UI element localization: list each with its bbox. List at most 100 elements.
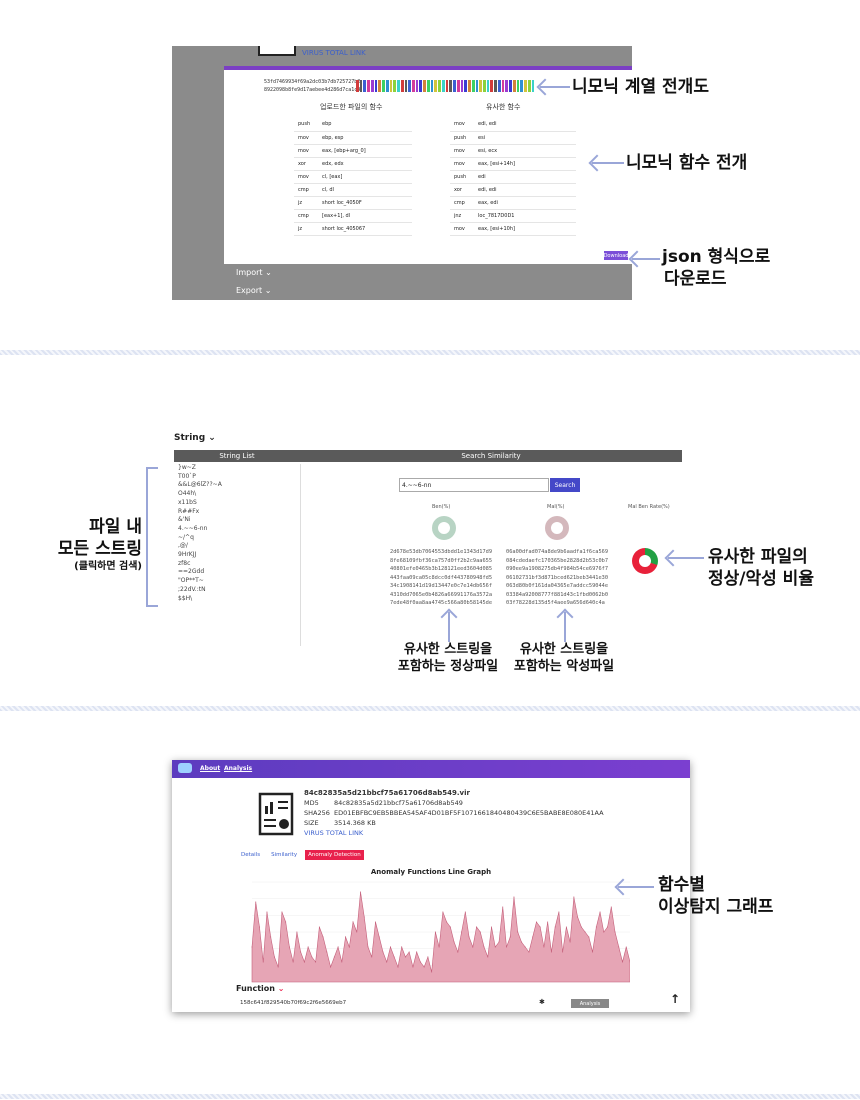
sequence-segment bbox=[475, 80, 479, 92]
tab-details[interactable]: Details bbox=[238, 850, 263, 860]
string-list-item[interactable]: T00`P bbox=[178, 473, 298, 482]
data-point bbox=[375, 921, 377, 923]
annotation-mnemonic-sequence: 니모닉 계열 전개도 bbox=[572, 77, 709, 97]
function-row: cmp eax, edi bbox=[450, 196, 576, 210]
string-list-item[interactable]: O44h\ bbox=[178, 490, 298, 499]
data-point bbox=[393, 956, 395, 958]
string-list-item[interactable]: &&L@6lZ??~A bbox=[178, 481, 298, 490]
logo-icon[interactable] bbox=[178, 763, 192, 773]
virus-total-link[interactable]: VIRUS TOTAL LINK bbox=[304, 828, 604, 838]
search-button[interactable]: Search bbox=[550, 478, 580, 492]
nav-analysis[interactable]: Analysis bbox=[224, 765, 252, 772]
data-point bbox=[356, 931, 358, 933]
uploaded-functions-header: 업로드한 파일의 함수 bbox=[320, 103, 383, 111]
data-point bbox=[431, 971, 433, 973]
tab-similarity[interactable]: Similarity bbox=[268, 850, 300, 860]
size-row: SIZE 3514.368 KB bbox=[304, 819, 376, 827]
sequence-segment bbox=[505, 80, 509, 92]
uploaded-functions-table: push ebp mov ebp, esp mov eax, [ebp+arg_0] xor… bbox=[294, 118, 412, 236]
string-search-input[interactable]: 4.~~6-nn bbox=[399, 478, 549, 492]
data-point bbox=[588, 936, 590, 938]
function-section-title[interactable]: Function ⌄ bbox=[236, 984, 284, 993]
data-point bbox=[517, 931, 519, 933]
arrow-icon bbox=[618, 886, 654, 888]
sequence-segment bbox=[415, 80, 419, 92]
gear-icon[interactable]: ✱ bbox=[539, 998, 545, 1006]
data-point bbox=[345, 936, 347, 938]
download-button[interactable]: Download bbox=[604, 251, 628, 260]
data-point bbox=[326, 951, 328, 953]
data-point bbox=[416, 951, 418, 953]
hash-item[interactable]: 090ee9a1908275db4f984b54ce6976f7 bbox=[506, 565, 608, 574]
tab-anomaly-detection[interactable]: Anomaly Detection bbox=[305, 850, 364, 860]
analysis-button[interactable]: Analysis bbox=[571, 999, 609, 1008]
hash-item[interactable]: 34c1908141d19d13447e0c7e14db656f bbox=[390, 582, 492, 591]
import-menu[interactable]: Import ⌄ bbox=[236, 268, 272, 277]
data-point bbox=[285, 921, 287, 923]
data-point bbox=[622, 961, 624, 963]
data-point bbox=[337, 946, 339, 948]
scroll-top-icon[interactable]: ↑ bbox=[670, 992, 680, 1006]
sequence-segment bbox=[482, 80, 486, 92]
string-list-item[interactable]: 9HrKJJ bbox=[178, 551, 298, 560]
hash-item[interactable]: 03384a92008777f881d43c1fbd0062b0 bbox=[506, 591, 608, 600]
data-point bbox=[528, 951, 530, 953]
function-row: xor edx, edx bbox=[294, 157, 412, 171]
hash-item[interactable]: 06a00dfad074a8de9b6aadfa1f6ca569 bbox=[506, 548, 608, 557]
string-list-item[interactable]: R##Fx bbox=[178, 508, 298, 517]
data-point bbox=[524, 946, 526, 948]
string-list-item[interactable]: }w~Z bbox=[178, 464, 298, 473]
hash-item[interactable]: 40801efe0465b3b128121eed3604d085 bbox=[390, 565, 492, 574]
string-list-item[interactable]: ~/^q bbox=[178, 534, 298, 543]
bracket bbox=[146, 467, 158, 607]
graph-title: Anomaly Functions Line Graph bbox=[370, 868, 492, 876]
hash-item[interactable]: 03f78228d135d5f4aee9a656d640c4a bbox=[506, 599, 608, 608]
function-row: push esi bbox=[450, 131, 576, 145]
string-list-item[interactable]: ;22dV.:tN bbox=[178, 586, 298, 595]
string-list-item[interactable]: x11bS bbox=[178, 499, 298, 508]
string-list-item[interactable]: ,@/ bbox=[178, 542, 298, 551]
data-point bbox=[363, 916, 365, 918]
sequence-segment bbox=[509, 80, 512, 92]
hash-item[interactable]: 084cdedaefc170365be2828d2b53c0b7 bbox=[506, 557, 608, 566]
file-name: 84c82835a5d21bbcf75a61706d8ab549.vir bbox=[304, 789, 470, 797]
hash-item[interactable]: 063d80b0f161da04365e7addcc59044e bbox=[506, 582, 608, 591]
data-point bbox=[491, 926, 493, 928]
string-list-item[interactable]: $$H\ bbox=[178, 595, 298, 604]
data-point bbox=[494, 946, 496, 948]
hash-item[interactable]: 7ede48f0aa8aa4745c566a80b58145de bbox=[390, 599, 492, 608]
virus-total-link[interactable]: VIRUS TOTAL LINK bbox=[302, 49, 366, 57]
string-list-item[interactable]: "OP**T~ bbox=[178, 577, 298, 586]
function-row: mov eax, [ebp+arg_0] bbox=[294, 144, 412, 158]
file-report-icon bbox=[258, 46, 296, 56]
hash-item[interactable]: 06102731bf3d871bced621beb3441e30 bbox=[506, 574, 608, 583]
hash-item[interactable]: 8fe68109fbf36ca757d0ff2b2c9aa655 bbox=[390, 557, 492, 566]
export-menu[interactable]: Export ⌄ bbox=[236, 286, 271, 295]
annotation-malicious-files: 유사한 스트링을 포함하는 악성파일 bbox=[513, 642, 615, 674]
string-section-title[interactable]: String ⌄ bbox=[174, 433, 216, 443]
benign-ring bbox=[432, 516, 456, 540]
hash-item[interactable]: 4310dd7065e0b4826a66991176a3572a bbox=[390, 591, 492, 600]
data-point bbox=[281, 911, 283, 913]
section-divider bbox=[0, 1094, 860, 1099]
string-list-item[interactable]: zf8c bbox=[178, 560, 298, 569]
data-point bbox=[386, 961, 388, 963]
data-point bbox=[434, 931, 436, 933]
string-list-item[interactable]: &'Ni bbox=[178, 516, 298, 525]
data-point bbox=[273, 956, 275, 958]
string-list-item[interactable]: 4.~~6-nn bbox=[178, 525, 298, 534]
sequence-segment bbox=[441, 80, 445, 92]
string-list-item[interactable]: ==2Gdd bbox=[178, 568, 298, 577]
function-row: jz short loc_405067 bbox=[294, 222, 412, 236]
nav-about[interactable]: About bbox=[200, 765, 220, 772]
file-info: 84c82835a5d21bbcf75a61706d8ab549.vir MD5… bbox=[304, 788, 604, 838]
hash-item[interactable]: 443faa09ca05c8dcc0df443780948fd5 bbox=[390, 574, 492, 583]
mnemonic-card: 53fd7469934f69a2dc03b7db725727b2 8922098… bbox=[224, 66, 632, 264]
sequence-segment bbox=[494, 80, 497, 92]
section-divider bbox=[0, 706, 860, 711]
data-point bbox=[292, 961, 294, 963]
data-point bbox=[610, 906, 612, 908]
data-point bbox=[382, 951, 384, 953]
hash-item[interactable]: 2d678e53db7064553dbdd1e1343d17d9 bbox=[390, 548, 492, 557]
string-header-bar: String List Search Similarity bbox=[174, 450, 682, 462]
